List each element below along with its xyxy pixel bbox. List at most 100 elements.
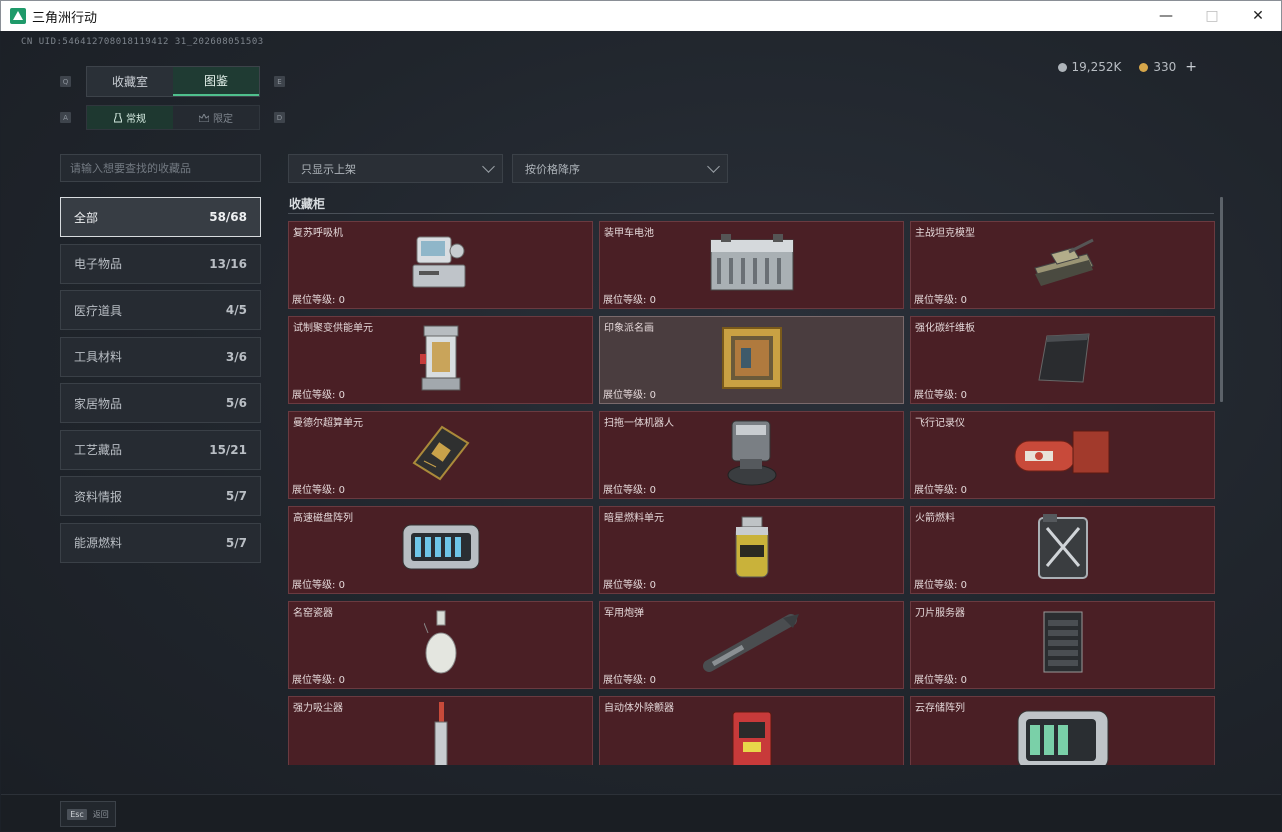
category-label: 全部: [74, 210, 99, 225]
gold-coin-icon: [1139, 62, 1149, 72]
item-level: 展位等级: 0: [603, 291, 656, 306]
close-icon[interactable]: ✕: [1235, 1, 1281, 31]
grid-scrollbar[interactable]: [1220, 197, 1223, 402]
collection-card[interactable]: 强化碳纤维板 展位等级: 0: [910, 316, 1215, 404]
category-list: 全部 58/68 电子物品 13/16 医疗道具 4/5 工具材料 3/6 家居物品 5/…: [60, 197, 261, 569]
battery-icon: [707, 232, 797, 298]
collection-card[interactable]: 强力吸尘器: [288, 696, 593, 765]
collection-card[interactable]: 装甲车电池展位等级: 0: [599, 221, 904, 309]
category-energy[interactable]: 能源燃料 5/7: [60, 522, 261, 563]
category-intel[interactable]: 资料情报 5/7: [60, 476, 261, 516]
game-viewport: CN UID:546412708018119412 31_20260805150…: [1, 31, 1281, 831]
level-label: 展位等级:: [603, 485, 650, 496]
item-level: 展位等级: 0: [292, 291, 345, 306]
category-label: 家居物品: [74, 396, 123, 411]
item-level: 展位等级: 0: [914, 386, 967, 401]
category-label: 能源燃料: [74, 536, 123, 550]
currency-bar: 19,252K 330 +: [1057, 59, 1197, 75]
maximize-icon[interactable]: □: [1189, 1, 1235, 31]
collection-card[interactable]: 自动体外除颤器: [599, 696, 904, 765]
collection-card[interactable]: 复苏呼吸机 展位等级: 0: [288, 221, 593, 309]
level-value: 0: [338, 390, 345, 401]
item-name: 暗星燃料单元: [604, 513, 664, 524]
level-label: 展位等级:: [603, 580, 650, 591]
level-value: 0: [960, 580, 967, 591]
collection-card[interactable]: 试制聚变供能单元 展位等级: 0: [288, 316, 593, 404]
collection-card[interactable]: 飞行记录仪 展位等级: 0: [910, 411, 1215, 499]
porcelain-vase-icon: [423, 609, 458, 681]
level-value: 0: [960, 295, 967, 306]
collection-card[interactable]: 主战坦克模型 展位等级: 0: [910, 221, 1215, 309]
level-label: 展位等级:: [603, 675, 650, 686]
level-label: 展位等级:: [914, 580, 961, 591]
collection-card[interactable]: 扫拖一体机器人展位等级: 0: [599, 411, 904, 499]
ventilator-icon: [409, 233, 473, 297]
server-icon: [1040, 610, 1086, 680]
tank-model-icon: [1029, 234, 1097, 296]
item-level: 展位等级: 0: [914, 576, 967, 591]
category-count: 3/6: [225, 349, 247, 364]
key-hint-prev-sub: A: [60, 112, 71, 123]
category-crafts[interactable]: 工艺藏品 15/21: [60, 429, 261, 470]
category-electronics[interactable]: 电子物品 13/16: [60, 243, 261, 284]
item-level: 展位等级: 0: [603, 481, 656, 496]
collection-card[interactable]: 高速磁盘阵列 展位等级: 0: [288, 506, 593, 594]
flask-icon: [114, 112, 122, 122]
level-value: 0: [649, 390, 656, 401]
window-titlebar: 三角洲行动 — □ ✕: [0, 0, 1282, 31]
item-level: 展位等级: 0: [292, 671, 345, 686]
collection-grid: 复苏呼吸机 展位等级: 0 装甲车电池 展位等级: 0 主战坦克模型 展位等级: 0 试制聚…: [288, 221, 1215, 765]
chevron-down-icon: [707, 159, 720, 173]
subtab-regular-label: 常规: [126, 114, 146, 125]
gold-currency: 330 +: [1139, 59, 1197, 75]
tab-codex[interactable]: 图鉴: [173, 67, 259, 96]
fuel-cell-icon: [730, 515, 774, 585]
subtab-limited[interactable]: 限定: [173, 106, 259, 129]
collection-card[interactable]: 名窑瓷器展位等级: 0: [288, 601, 593, 689]
vacuum-icon: [431, 702, 451, 765]
category-count: 13/16: [209, 256, 247, 271]
collection-card[interactable]: 暗星燃料单元展位等级: 0: [599, 506, 904, 594]
category-label: 医疗道具: [74, 303, 123, 318]
level-value: 0: [960, 390, 967, 401]
item-name: 装甲车电池: [604, 228, 654, 239]
flight-recorder-icon: [1011, 427, 1115, 483]
main-tabs: 收藏室 图鉴: [86, 66, 260, 97]
category-tools[interactable]: 工具材料 3/6: [60, 336, 261, 377]
sort-dropdown[interactable]: 按价格降序: [512, 154, 728, 183]
item-name: 火箭燃料: [915, 513, 955, 524]
category-household[interactable]: 家居物品 5/6: [60, 383, 261, 423]
item-name: 高速磁盘阵列: [293, 513, 353, 524]
level-value: 0: [960, 485, 967, 496]
chevron-down-icon: [482, 159, 495, 173]
collection-card[interactable]: 军用炮弹 展位等级: 0: [599, 601, 904, 689]
item-name: 名窑瓷器: [293, 608, 333, 619]
level-label: 展位等级:: [603, 390, 650, 401]
minimize-icon[interactable]: —: [1143, 1, 1189, 31]
item-name: 军用炮弹: [604, 608, 644, 619]
level-label: 展位等级:: [292, 675, 339, 686]
category-label: 资料情报: [74, 489, 123, 504]
tab-collection-room[interactable]: 收藏室: [87, 67, 173, 96]
category-all[interactable]: 全部 58/68: [60, 197, 261, 237]
collection-card[interactable]: 印象派名画展位等级: 0: [599, 316, 904, 404]
level-value: 0: [338, 675, 345, 686]
subtab-regular[interactable]: 常规: [87, 106, 173, 129]
collection-card[interactable]: 刀片服务器 展位等级: 0: [910, 601, 1215, 689]
shelf-filter-dropdown[interactable]: 只显示上架: [288, 154, 503, 183]
search-input[interactable]: 请输入想要查找的收藏品: [60, 154, 261, 182]
level-label: 展位等级:: [914, 390, 961, 401]
item-name: 云存储阵列: [915, 703, 965, 714]
shell-icon: [702, 614, 801, 676]
back-button[interactable]: Esc 返回: [60, 801, 116, 827]
item-name: 扫拖一体机器人: [604, 418, 674, 429]
item-name: 印象派名画: [604, 323, 654, 334]
item-name: 强力吸尘器: [293, 703, 343, 714]
collection-card[interactable]: 火箭燃料展位等级: 0: [910, 506, 1215, 594]
item-level: 展位等级: 0: [603, 576, 656, 591]
category-medical[interactable]: 医疗道具 4/5: [60, 290, 261, 330]
delta-logo-icon: [10, 8, 26, 24]
collection-card[interactable]: 曼德尔超算单元 展位等级: 0: [288, 411, 593, 499]
collection-card[interactable]: 云存储阵列: [910, 696, 1215, 765]
add-currency-button[interactable]: +: [1185, 59, 1197, 75]
